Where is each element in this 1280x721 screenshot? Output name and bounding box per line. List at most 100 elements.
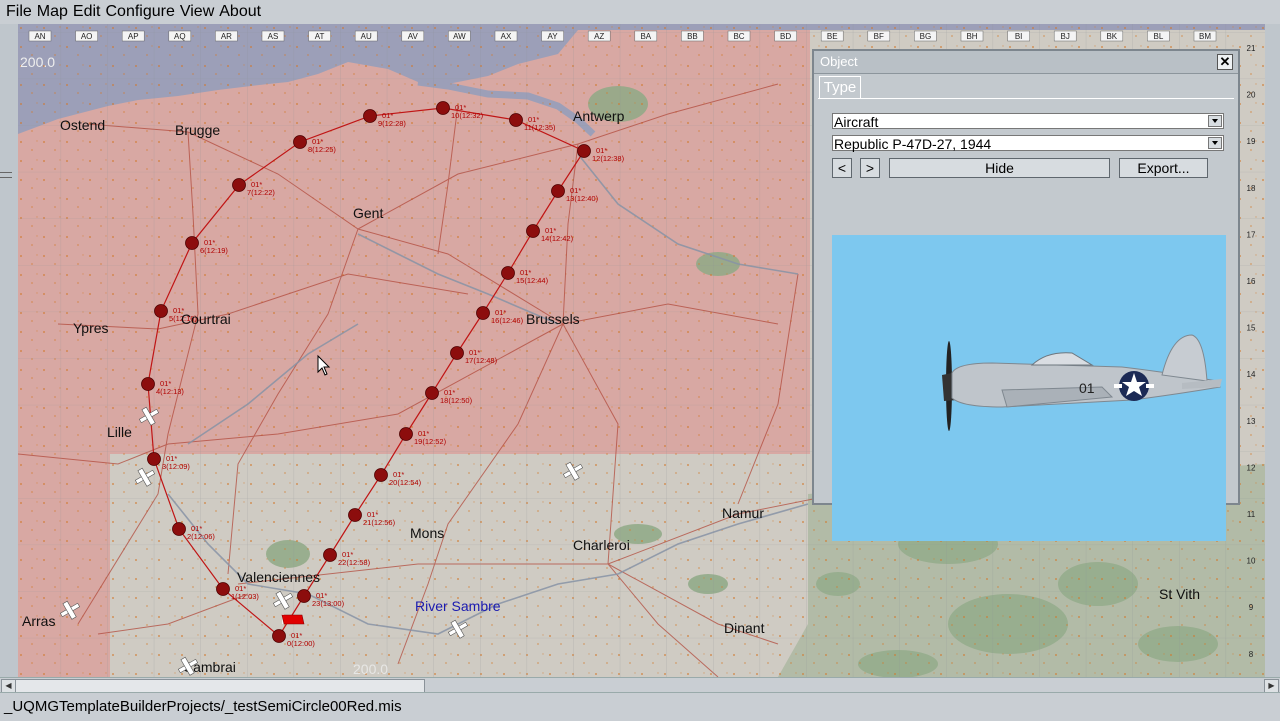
menu-configure[interactable]: Configure (100, 0, 174, 24)
dialog-title: Object (820, 54, 858, 69)
menu-file[interactable]: File (0, 0, 32, 24)
column-header-label: AS (268, 32, 279, 41)
export-button[interactable]: Export... (1119, 158, 1208, 178)
aircraft-code: 01 (1079, 380, 1095, 396)
prev-button[interactable]: < (832, 158, 852, 178)
dialog-title-bar[interactable]: Object ✕ (814, 51, 1238, 74)
tab-type[interactable]: Type (819, 76, 861, 99)
hide-button[interactable]: Hide (889, 158, 1110, 178)
column-header-label: AQ (174, 32, 186, 41)
city-name: Ostend (60, 117, 105, 133)
row-header-label: 13 (1247, 417, 1256, 426)
city-name: Valenciennes (237, 569, 320, 585)
status-bar: _UQMGTemplateBuilderProjects/_testSemiCi… (0, 692, 1280, 721)
city-label: Dinant (724, 620, 765, 636)
horizontal-scroll-thumb[interactable] (15, 679, 425, 693)
city-name: Mons (410, 525, 444, 541)
column-header: BL (1147, 30, 1170, 42)
scroll-left-arrow-icon[interactable]: ◀ (1, 679, 16, 693)
row-header-label: 20 (1247, 91, 1256, 100)
waypoint-time: 7(12:22) (247, 188, 275, 197)
waypoint-time: 6(12:19) (200, 246, 228, 255)
waypoint-time: 20(12:54) (389, 478, 422, 487)
status-file-path: _UQMGTemplateBuilderProjects/_testSemiCi… (4, 698, 402, 715)
column-header-label: AN (34, 32, 45, 41)
column-header-label: AZ (594, 32, 604, 41)
column-header-label: BH (966, 32, 977, 41)
waypoint-time: 13(12:40) (566, 194, 599, 203)
city-name: Lille (107, 424, 132, 440)
city-label: Charleroi (573, 537, 630, 553)
row-header-label: 15 (1247, 324, 1256, 333)
city-label: Valenciennes (237, 569, 320, 585)
column-header: AR (215, 30, 238, 42)
scroll-right-arrow-icon[interactable]: ▶ (1264, 679, 1279, 693)
splitter-handle[interactable] (0, 172, 12, 178)
waypoint-time: 14(12:42) (541, 234, 574, 243)
waypoint-time: 11(12:35) (524, 123, 556, 132)
city-name: Antwerp (573, 108, 625, 124)
menu-view[interactable]: View (175, 0, 214, 24)
column-header-label: BD (780, 32, 791, 41)
column-header: AY (541, 30, 564, 42)
close-icon[interactable]: ✕ (1217, 54, 1233, 70)
waypoint-time: 3(12:09) (162, 462, 190, 471)
column-header-label: BJ (1061, 32, 1070, 41)
model-select[interactable]: Republic P-47D-27, 1944 (832, 135, 1224, 152)
waypoint-time: 10(12:32) (451, 111, 484, 120)
city-name: Arras (22, 613, 55, 629)
menu-about[interactable]: About (214, 0, 261, 24)
row-header-label: 8 (1249, 650, 1254, 659)
waypoint-time: 17(12:48) (465, 356, 498, 365)
waypoint-time: 21(12:56) (363, 518, 396, 527)
waypoint-time: 4(12:13) (156, 387, 184, 396)
menu-edit[interactable]: Edit (68, 0, 101, 24)
waypoint-time: 16(12:46) (491, 316, 524, 325)
vertical-scrollbar[interactable] (1265, 64, 1280, 704)
column-header: AT (308, 30, 331, 42)
row-header-label: 17 (1247, 230, 1256, 239)
chevron-down-icon[interactable] (1208, 115, 1222, 127)
column-header: AX (494, 30, 518, 42)
row-header-label: 14 (1247, 370, 1256, 379)
aircraft-preview: 01 (832, 235, 1226, 541)
waypoint-time: 8(12:25) (308, 145, 336, 154)
city-name: Courtrai (181, 311, 231, 327)
waypoint-time: 19(12:52) (414, 437, 447, 446)
column-header-label: BL (1154, 32, 1164, 41)
waypoint-time: 0(12:00) (287, 639, 315, 648)
city-name: Charleroi (573, 537, 630, 553)
column-header: BD (774, 30, 797, 42)
city-name: St Vith (1159, 586, 1200, 602)
row-header-label: 12 (1247, 463, 1256, 472)
column-header: BA (634, 30, 658, 42)
chevron-down-icon[interactable] (1208, 137, 1222, 149)
column-header: BI (1007, 30, 1030, 42)
aircraft-image: 01 (942, 334, 1222, 431)
column-header-label: AR (221, 32, 232, 41)
column-header-label: BB (687, 32, 698, 41)
dialog-body: Aircraft Republic P-47D-27, 1944 < > Hid… (818, 98, 1234, 541)
city-label: Ypres (73, 320, 109, 336)
scale-label-top: 200.0 (20, 54, 55, 70)
row-header-label: 11 (1247, 510, 1256, 519)
category-select[interactable]: Aircraft (832, 113, 1224, 130)
column-header: BF (867, 30, 891, 42)
menu-map[interactable]: Map (32, 0, 68, 24)
column-header: BH (960, 30, 984, 42)
city-label: Gent (353, 205, 383, 221)
column-header: BJ (1053, 30, 1077, 42)
waypoint-time: 1(12:03) (231, 592, 259, 601)
city-label: Brussels (526, 311, 580, 327)
city-label: Brugge (175, 122, 220, 138)
column-header-label: AW (453, 32, 466, 41)
city-name: Namur (722, 505, 764, 521)
column-header-label: BC (733, 32, 744, 41)
column-header-label: BE (827, 32, 838, 41)
waypoint-time: 9(12:28) (378, 119, 406, 128)
column-header: AO (75, 30, 98, 42)
horizontal-scrollbar[interactable]: ◀ ▶ (0, 677, 1280, 693)
start-flag-icon[interactable] (281, 614, 305, 625)
column-header: AV (401, 30, 425, 42)
next-button[interactable]: > (860, 158, 880, 178)
